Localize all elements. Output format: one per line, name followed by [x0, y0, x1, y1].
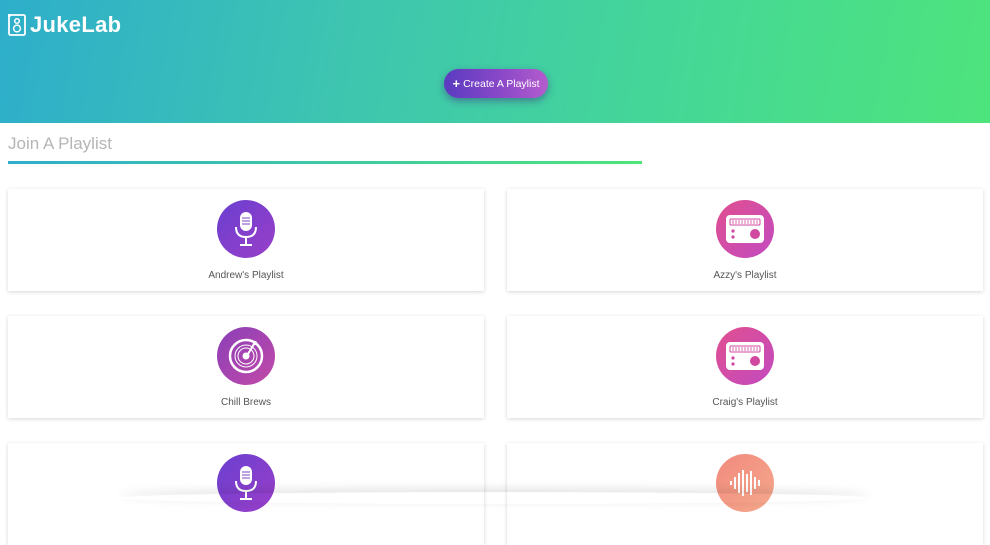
playlist-name: Andrew's Playlist — [208, 270, 284, 281]
playlist-card[interactable]: Chill Brews — [8, 316, 484, 418]
playlist-name: Azzy's Playlist — [713, 270, 777, 281]
playlist-icon-circle — [716, 200, 774, 258]
app-logo[interactable]: JukeLab — [8, 12, 121, 38]
playlist-icon-circle — [217, 327, 275, 385]
section-underline — [8, 161, 642, 164]
playlist-name: Craig's Playlist — [712, 397, 778, 408]
microphone-icon — [235, 212, 257, 246]
playlist-card[interactable]: Andrew's Playlist — [8, 189, 484, 291]
create-playlist-button[interactable]: + Create A Playlist — [444, 69, 548, 98]
playlist-icon-circle — [217, 454, 275, 512]
playlist-name: Chill Brews — [220, 397, 271, 408]
app-title: JukeLab — [30, 12, 122, 37]
section-title: Join A Playlist — [8, 134, 112, 153]
vinyl-record-icon — [228, 338, 264, 374]
radio-icon — [726, 342, 764, 370]
hero-banner: JukeLab + Create A Playlist — [0, 0, 990, 123]
speaker-icon — [8, 14, 26, 36]
playlist-card[interactable]: Craig's Playlist — [507, 316, 983, 418]
playlist-icon-circle — [716, 454, 774, 512]
playlist-card[interactable]: Azzy's Playlist — [507, 189, 983, 291]
bottom-fade — [120, 492, 870, 504]
playlist-icon-circle — [217, 200, 275, 258]
plus-icon: + — [452, 75, 461, 91]
radio-icon — [726, 215, 764, 243]
create-playlist-label: Create A Playlist — [463, 77, 540, 90]
playlist-icon-circle — [716, 327, 774, 385]
